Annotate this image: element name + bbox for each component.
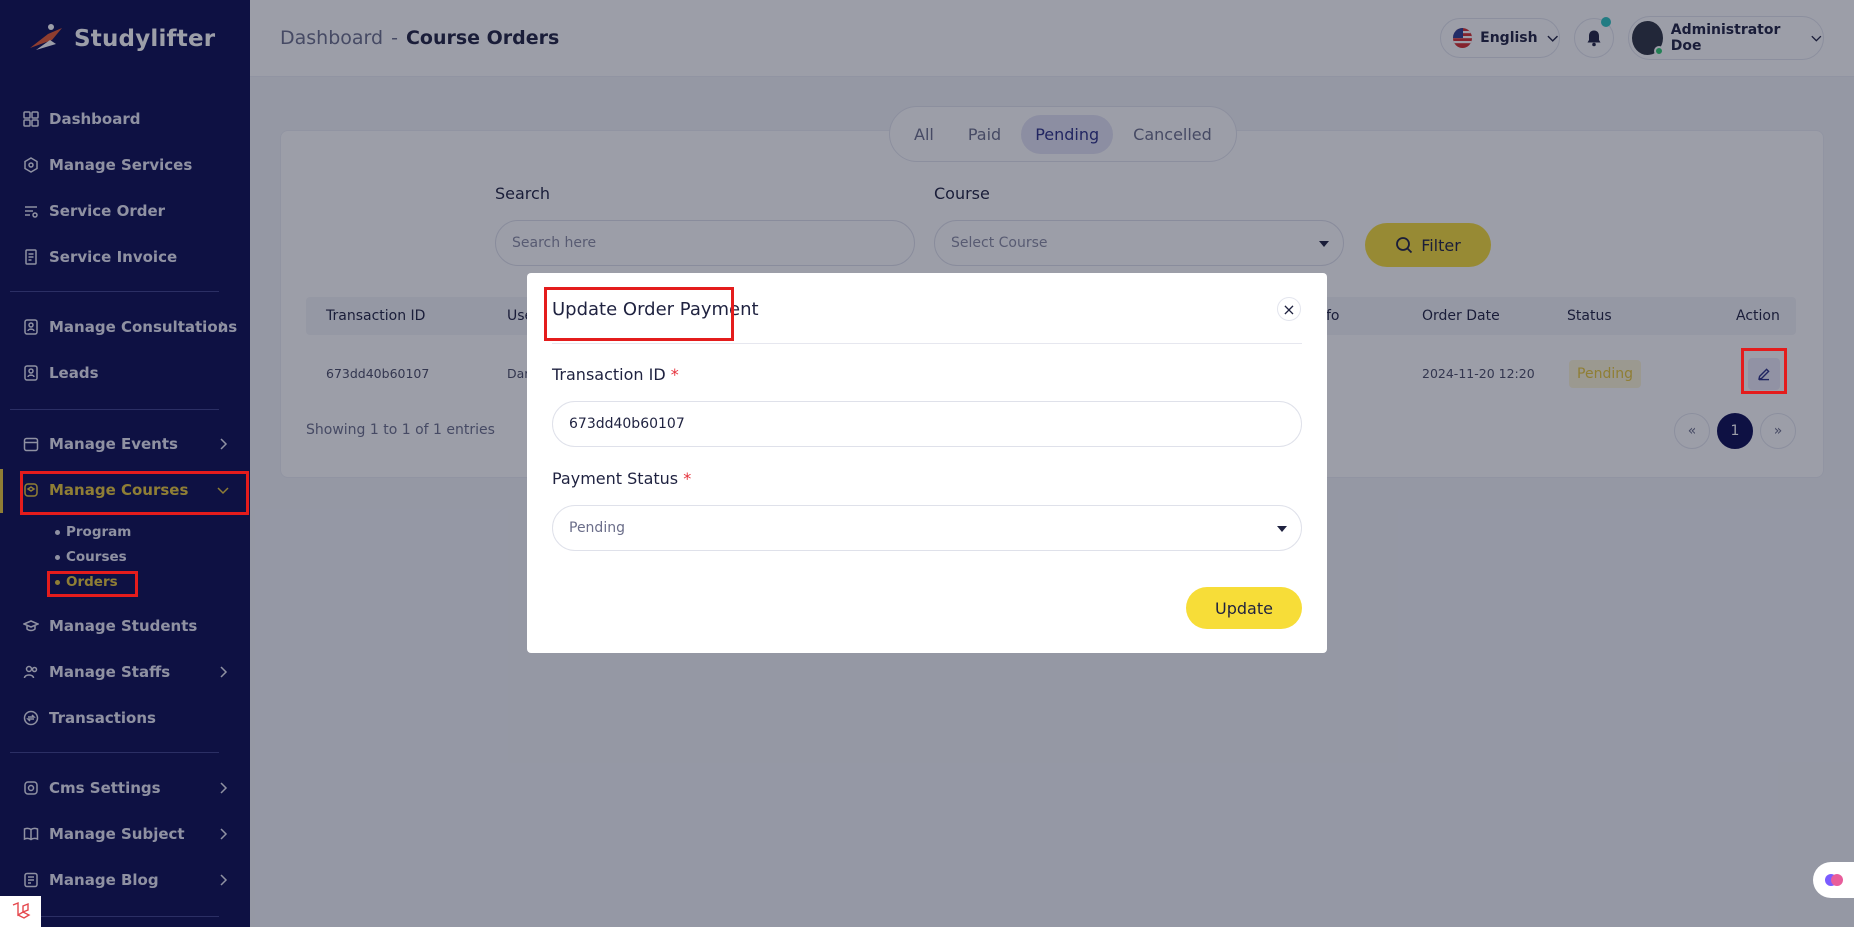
highlight-modal-title [544, 287, 734, 341]
transaction-id-input[interactable]: 673dd40b60107 [552, 401, 1302, 447]
highlight-manage-courses [20, 471, 249, 515]
modal-divider [552, 343, 1302, 344]
brain-icon [1824, 874, 1843, 886]
highlight-orders [47, 571, 138, 597]
payment-status-label: Payment Status * [552, 469, 692, 488]
ai-assistant-button[interactable] [1813, 862, 1854, 898]
transaction-id-label: Transaction ID * [552, 365, 679, 384]
payment-status-value: Pending [569, 520, 625, 536]
close-button[interactable]: × [1277, 297, 1301, 321]
payment-status-select[interactable]: Pending [552, 505, 1302, 551]
required-marker: * [670, 365, 679, 384]
highlight-edit-button [1741, 348, 1787, 394]
laravel-icon[interactable] [0, 896, 41, 927]
update-order-payment-modal: Update Order Payment × Transaction ID * … [527, 273, 1327, 653]
transaction-id-value: 673dd40b60107 [569, 416, 685, 432]
required-marker: * [683, 469, 692, 488]
update-button[interactable]: Update [1186, 587, 1302, 629]
close-icon: × [1282, 299, 1296, 319]
caret-down-icon [1277, 526, 1287, 532]
